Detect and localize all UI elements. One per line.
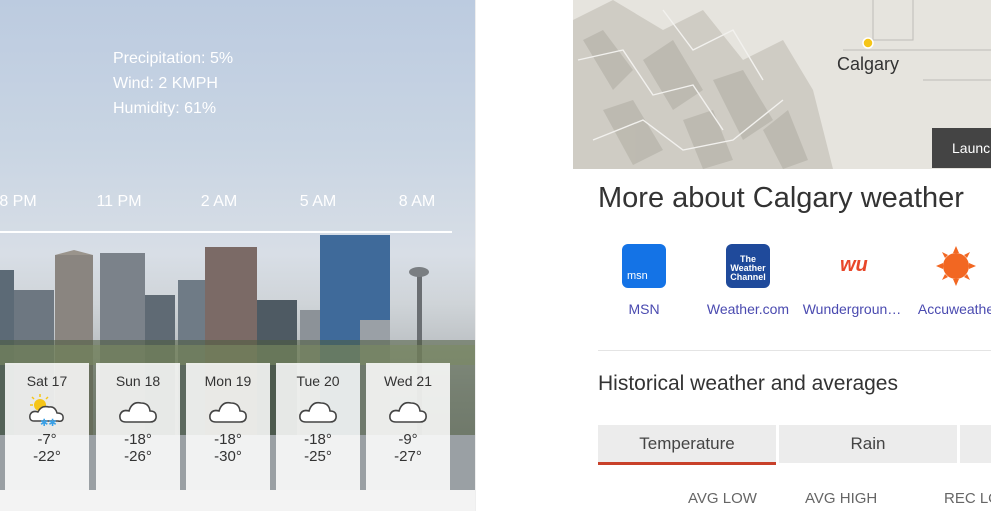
hour-label: 8 AM xyxy=(398,193,436,210)
weather-channel-logo-text: The Weather Channel xyxy=(730,254,766,282)
forecast-day-tue[interactable]: Tue 20 -18° -25° xyxy=(276,363,360,490)
forecast-low: -22° xyxy=(33,448,61,465)
wunderground-logo-text: wu xyxy=(840,254,868,276)
forecast-day-sun[interactable]: Sun 18 -18° -26° xyxy=(96,363,180,490)
launch-map-button[interactable]: Launc xyxy=(932,128,991,168)
forecast-high: -9° xyxy=(398,431,418,448)
tab-next[interactable] xyxy=(960,425,991,463)
partly-sunny-snow-icon: ✱✱ xyxy=(29,394,64,427)
tab-rain[interactable]: Rain xyxy=(779,425,957,463)
cloud-icon xyxy=(209,401,247,423)
source-msn-link[interactable]: msn MSN xyxy=(589,244,699,317)
source-wunderground-link[interactable]: wu Wundergroun… xyxy=(797,244,907,317)
wunderground-logo-icon: wu xyxy=(830,244,874,288)
forecast-low: -26° xyxy=(124,448,152,465)
msn-logo-text: msn xyxy=(627,270,648,282)
source-weather-channel-link[interactable]: The Weather Channel Weather.com xyxy=(693,244,803,317)
source-name: Weather.com xyxy=(706,301,790,317)
forecast-high: -18° xyxy=(304,431,332,448)
hourly-timeline: 8 PM 11 PM 2 AM 5 AM 8 AM xyxy=(0,193,475,215)
weather-panel: Precipitation: 5% Wind: 2 KMPH Humidity:… xyxy=(0,0,475,490)
current-conditions: Precipitation: 5% Wind: 2 KMPH Humidity:… xyxy=(113,46,233,121)
source-name: MSN xyxy=(628,301,660,317)
location-marker-icon[interactable] xyxy=(862,37,874,49)
source-name: Wundergroun… xyxy=(802,301,902,317)
cloud-icon xyxy=(299,401,337,423)
precipitation-text: Precipitation: 5% xyxy=(113,50,234,67)
tab-temperature[interactable]: Temperature xyxy=(598,425,776,465)
forecast-day-label: Tue 20 xyxy=(296,373,340,389)
wind-text: Wind: 2 KMPH xyxy=(113,75,218,92)
accuweather-logo-icon xyxy=(934,244,978,288)
hour-label: 11 PM xyxy=(96,193,142,210)
forecast-day-mon[interactable]: Mon 19 -18° -30° xyxy=(186,363,270,490)
forecast-high: -18° xyxy=(124,431,152,448)
forecast-high: -7° xyxy=(37,431,57,448)
map-city-label: Calgary xyxy=(837,54,899,74)
forecast-day-sat[interactable]: Sat 17 ✱✱ -7° -22° xyxy=(5,363,89,490)
panel-gap xyxy=(475,0,574,511)
forecast-day-label: Sun 18 xyxy=(115,373,161,389)
source-accuweather-link[interactable]: Accuweathe xyxy=(901,244,991,317)
right-panel: Calgary Launc More about Calgary weather… xyxy=(573,0,991,511)
section-divider xyxy=(598,350,991,351)
column-header-avg-low: AVG LOW xyxy=(688,490,757,507)
historical-title: Historical weather and averages xyxy=(598,372,898,395)
weather-channel-logo-icon: The Weather Channel xyxy=(726,244,770,288)
column-header-rec-low: REC LO xyxy=(944,490,991,507)
hour-label: 8 PM xyxy=(0,193,37,210)
source-name: Accuweathe xyxy=(917,301,991,317)
forecast-low: -30° xyxy=(214,448,242,465)
forecast-day-wed[interactable]: Wed 21 -9° -27° xyxy=(366,363,450,490)
msn-logo-icon: msn xyxy=(622,244,666,288)
weather-map[interactable]: Calgary xyxy=(573,0,991,169)
forecast-low: -25° xyxy=(304,448,332,465)
cloud-icon xyxy=(389,401,427,423)
hour-label: 5 AM xyxy=(299,193,337,210)
hour-label: 2 AM xyxy=(200,193,238,210)
more-about-title: More about Calgary weather xyxy=(598,182,964,214)
humidity-text: Humidity: 61% xyxy=(113,100,217,117)
forecast-day-label: Mon 19 xyxy=(204,373,252,389)
cloud-icon xyxy=(119,401,157,423)
forecast-high: -18° xyxy=(214,431,242,448)
column-header-avg-high: AVG HIGH xyxy=(805,490,878,507)
forecast-day-label: Wed 21 xyxy=(384,373,432,389)
forecast-day-label: Sat 17 xyxy=(26,373,68,389)
svg-text:✱✱: ✱✱ xyxy=(40,418,57,427)
forecast-low: -27° xyxy=(394,448,422,465)
